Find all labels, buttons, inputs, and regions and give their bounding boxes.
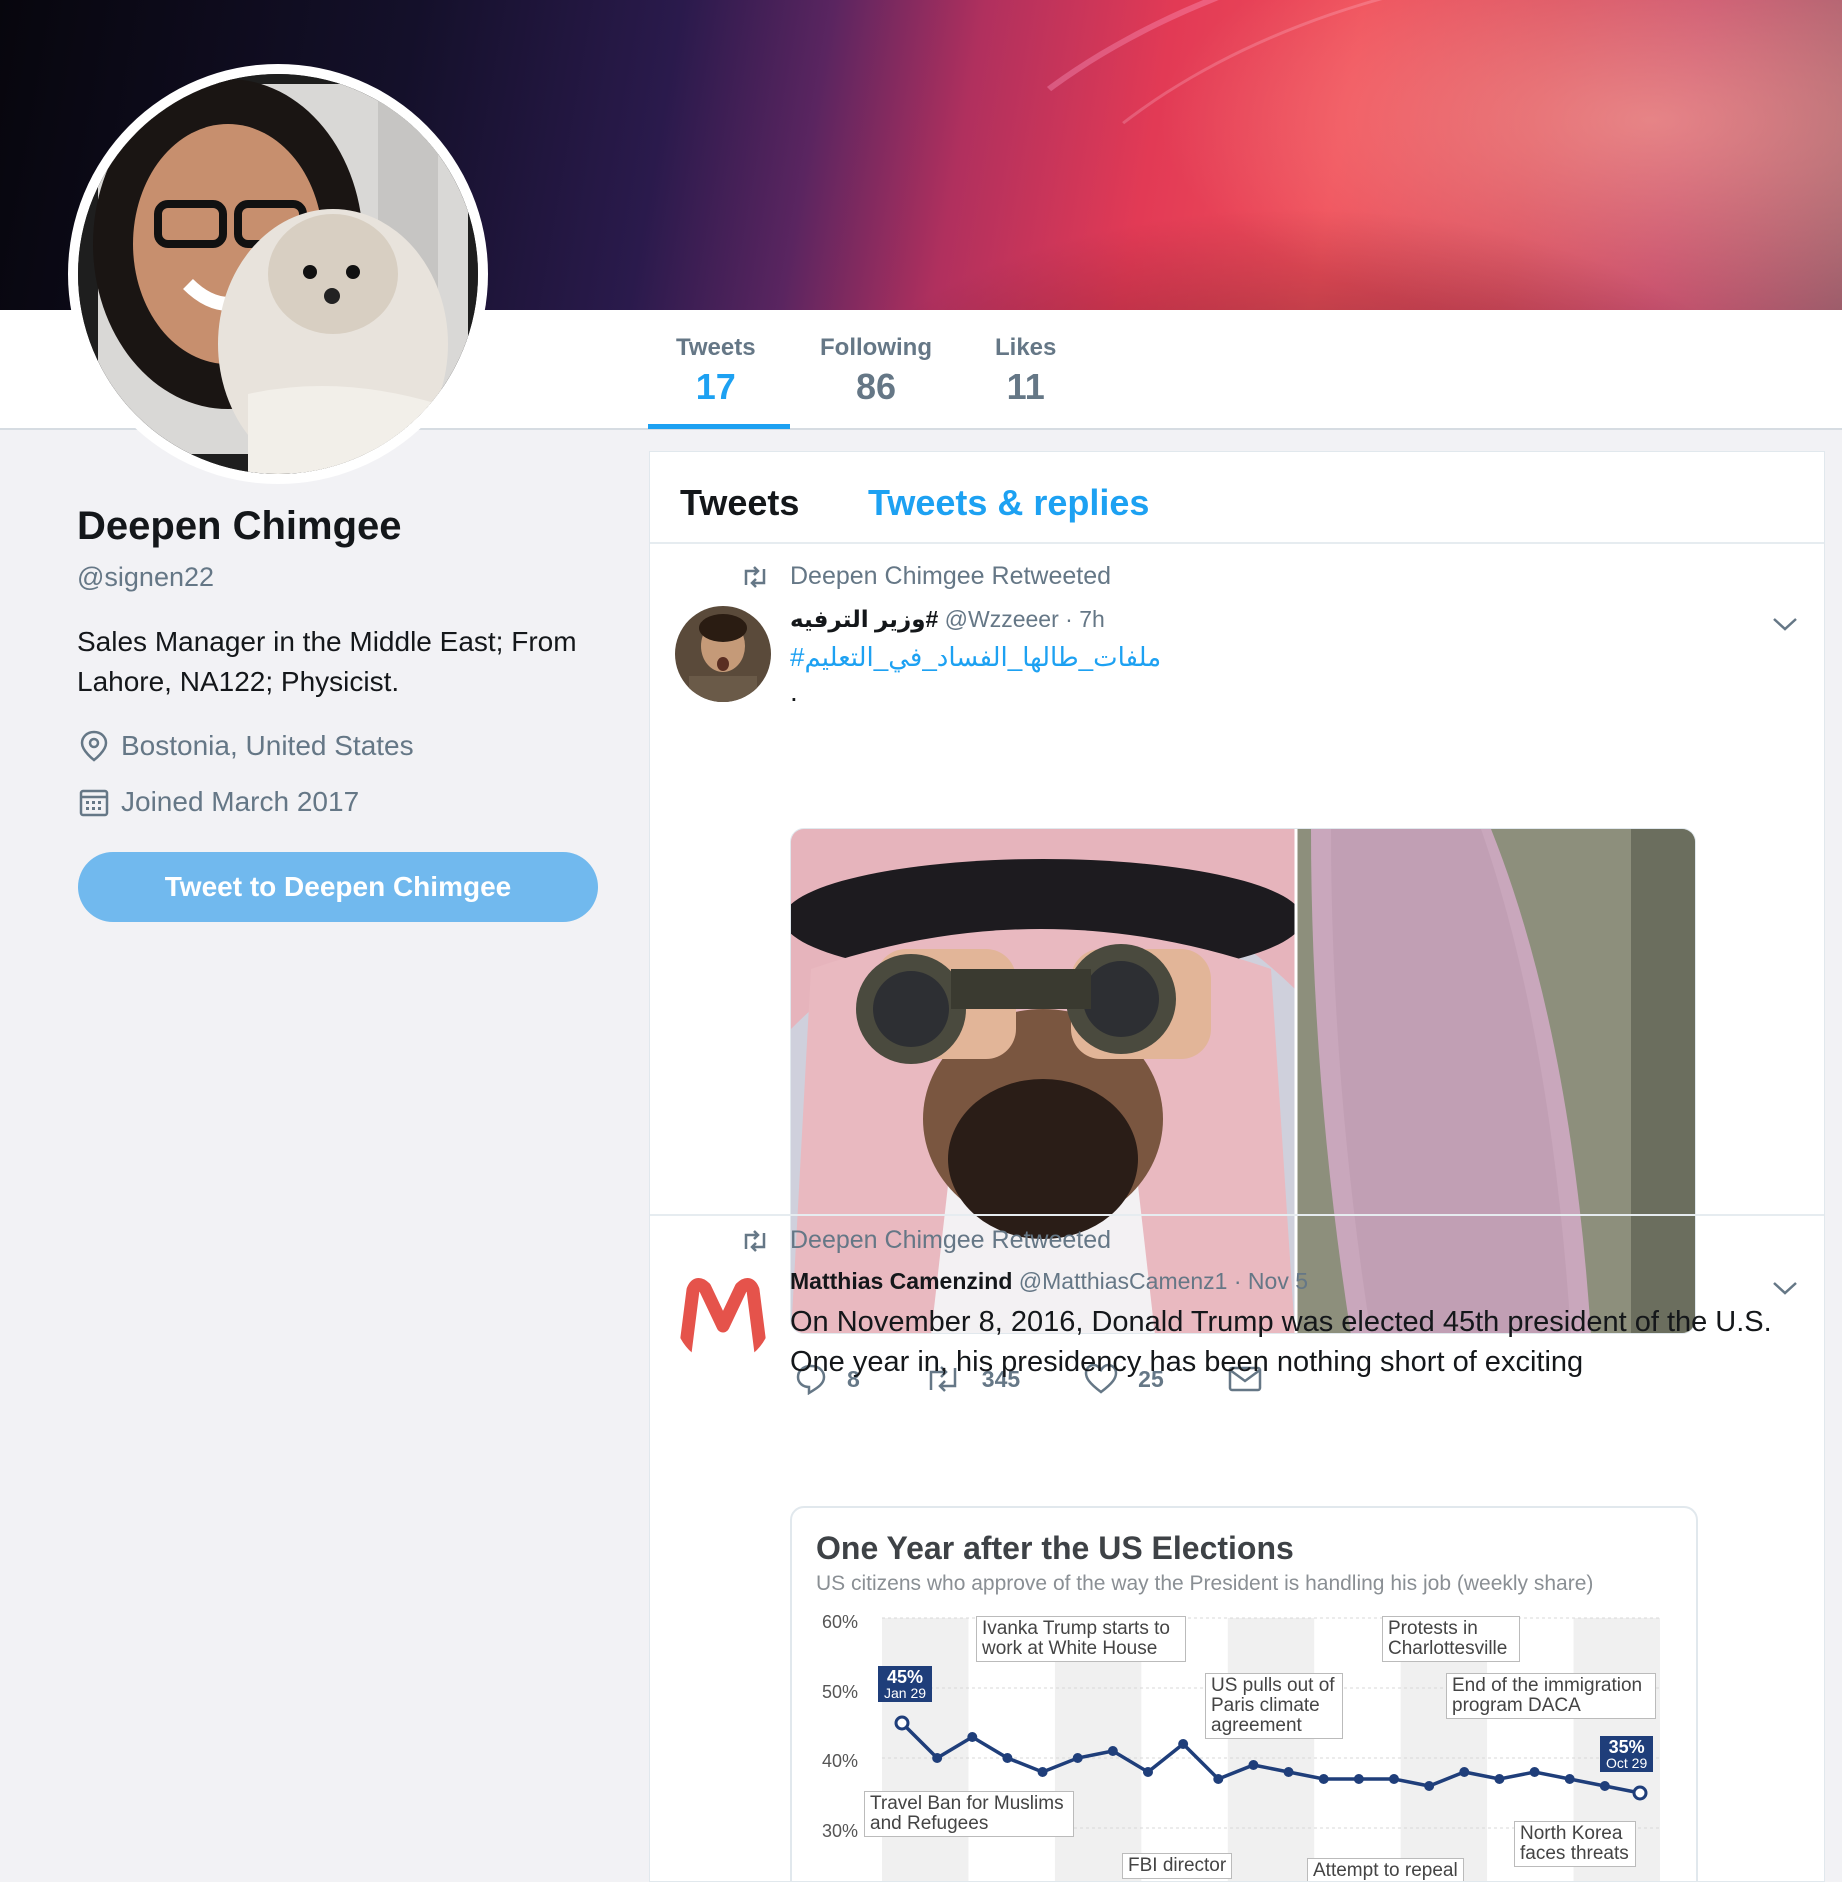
y-tick-label: 60% bbox=[822, 1612, 859, 1632]
chart-annotation: North Korea faces threats bbox=[1514, 1821, 1636, 1867]
timeline: Tweets Tweets & replies Deepen Chimgee R… bbox=[649, 451, 1825, 1882]
stat-likes[interactable]: Likes 11 bbox=[995, 334, 1056, 408]
chart-data-point bbox=[1459, 1767, 1470, 1777]
chart-annotation: Protests in Charlottesville bbox=[1382, 1616, 1520, 1662]
m-logo-icon bbox=[678, 1278, 768, 1360]
chart-annotation: Travel Ban for Muslims and Refugees bbox=[864, 1791, 1074, 1837]
chart-band bbox=[1227, 1618, 1315, 1881]
tweet-author-name[interactable]: Matthias Camenzind bbox=[790, 1268, 1012, 1294]
tweet[interactable]: Deepen Chimgee Retweeted وزير الترفيه# @… bbox=[650, 544, 1824, 1395]
tweet-time[interactable]: · 7h bbox=[1065, 606, 1105, 632]
tweet-time[interactable]: · Nov 5 bbox=[1234, 1268, 1308, 1294]
calendar-icon bbox=[77, 785, 111, 819]
chart-annotation: US pulls out of Paris climate agreement bbox=[1205, 1673, 1343, 1739]
chart-end-flag: 35% Oct 29 bbox=[1600, 1736, 1654, 1772]
chart-data-point bbox=[1213, 1774, 1224, 1784]
active-tab-indicator bbox=[648, 424, 790, 429]
tab-tweets[interactable]: Tweets bbox=[680, 482, 799, 524]
location-pin-icon bbox=[77, 729, 111, 763]
chart-data-point bbox=[1424, 1781, 1435, 1791]
profile-joined: Joined March 2017 bbox=[77, 785, 359, 819]
timeline-tabs: Tweets Tweets & replies bbox=[650, 452, 1824, 544]
flag-date: Jan 29 bbox=[884, 1685, 927, 1701]
stat-value: 17 bbox=[695, 366, 736, 407]
tweet-header: Matthias Camenzind @MatthiasCamenz1 · No… bbox=[790, 1268, 1308, 1295]
stat-label: Tweets bbox=[676, 334, 756, 361]
flag-date: Oct 29 bbox=[1606, 1755, 1648, 1771]
profile-avatar[interactable] bbox=[78, 74, 478, 474]
tweet-text: . bbox=[790, 676, 798, 707]
chart-annotation: Attempt to repeal bbox=[1307, 1858, 1464, 1881]
tweet-hashtag[interactable]: #ملفات_طالها_الفساد_في_التعليم bbox=[790, 642, 1161, 673]
chart-data-point bbox=[1389, 1774, 1399, 1784]
chart-data-point bbox=[1564, 1774, 1575, 1784]
tweet-author-name[interactable]: وزير الترفيه# bbox=[790, 606, 938, 632]
chart-annotation: Ivanka Trump starts to work at White Hou… bbox=[976, 1616, 1186, 1662]
stat-value: 11 bbox=[1006, 366, 1045, 407]
retweet-icon bbox=[740, 1229, 770, 1253]
chart-data-point bbox=[1529, 1767, 1540, 1777]
chart-data-point bbox=[1143, 1767, 1153, 1777]
chart-data-point bbox=[1632, 1785, 1648, 1801]
chart-data-point bbox=[1318, 1774, 1329, 1784]
retweet-context: Deepen Chimgee Retweeted bbox=[740, 562, 1111, 591]
chevron-down-icon[interactable] bbox=[1770, 614, 1800, 634]
chart-data-point bbox=[1353, 1774, 1364, 1784]
chart-data-point bbox=[1248, 1760, 1259, 1770]
profile-name: Deepen Chimgee bbox=[77, 504, 402, 548]
chart-annotation: FBI director bbox=[1122, 1853, 1233, 1879]
stat-tweets[interactable]: Tweets 17 bbox=[676, 334, 756, 408]
y-tick-label: 30% bbox=[822, 1821, 859, 1841]
retweet-label: Deepen Chimgee Retweeted bbox=[790, 562, 1112, 590]
tweet[interactable]: Deepen Chimgee Retweeted Matthias Camenz… bbox=[650, 1216, 1824, 1881]
retweet-label: Deepen Chimgee Retweeted bbox=[790, 1226, 1112, 1254]
flag-value: 45% bbox=[887, 1667, 924, 1687]
chart-data-point bbox=[1107, 1746, 1118, 1756]
chart-data-point bbox=[1599, 1781, 1610, 1791]
tweet-author-handle[interactable]: @MatthiasCamenz1 bbox=[1019, 1268, 1228, 1294]
joined-text: Joined March 2017 bbox=[121, 786, 360, 817]
chart-band bbox=[882, 1618, 969, 1881]
profile-bio: Sales Manager in the Middle East; From L… bbox=[77, 626, 577, 697]
y-tick-label: 40% bbox=[822, 1751, 859, 1771]
stat-value: 86 bbox=[855, 366, 897, 407]
tweet-author-handle[interactable]: @Wzzeeer bbox=[945, 606, 1059, 632]
location-text: Bostonia, United States bbox=[121, 730, 414, 761]
chart-data-point bbox=[1002, 1753, 1013, 1763]
chart-data-point bbox=[1494, 1774, 1505, 1784]
stat-following[interactable]: Following 86 bbox=[820, 334, 932, 408]
chevron-down-icon[interactable] bbox=[1770, 1278, 1800, 1298]
chart-data-point bbox=[1037, 1767, 1048, 1777]
y-tick-label: 50% bbox=[822, 1682, 859, 1702]
profile-location: Bostonia, United States bbox=[77, 729, 414, 763]
retweet-context: Deepen Chimgee Retweeted bbox=[740, 1226, 1111, 1255]
chart-data-point bbox=[894, 1715, 910, 1731]
chart-annotation: End of the immigration program DACA bbox=[1446, 1673, 1656, 1719]
stat-label: Following bbox=[820, 334, 932, 361]
chart-data-point bbox=[1283, 1767, 1294, 1777]
chart-data-point bbox=[1178, 1739, 1189, 1749]
chart-data-point bbox=[967, 1732, 978, 1742]
retweet-icon bbox=[740, 565, 770, 589]
chart-start-flag: 45% Jan 29 bbox=[878, 1666, 933, 1702]
chart-data-point bbox=[1072, 1753, 1083, 1763]
tweet-text: On November 8, 2016, Donald Trump was el… bbox=[790, 1306, 1772, 1378]
chart-data-point bbox=[932, 1753, 943, 1763]
tweet-author-avatar[interactable] bbox=[675, 1268, 771, 1364]
flag-value: 35% bbox=[1608, 1737, 1645, 1757]
stat-label: Likes bbox=[995, 334, 1057, 361]
tab-tweets-replies[interactable]: Tweets & replies bbox=[868, 482, 1149, 524]
profile-handle: @signen22 bbox=[77, 562, 215, 592]
tweet-chart-card[interactable]: One Year after the US Elections US citiz… bbox=[790, 1506, 1698, 1881]
tweet-header: وزير الترفيه# @Wzzeeer · 7h bbox=[790, 606, 1105, 633]
tweet-to-button[interactable]: Tweet to Deepen Chimgee bbox=[78, 852, 598, 922]
tweet-author-avatar[interactable] bbox=[675, 606, 771, 702]
